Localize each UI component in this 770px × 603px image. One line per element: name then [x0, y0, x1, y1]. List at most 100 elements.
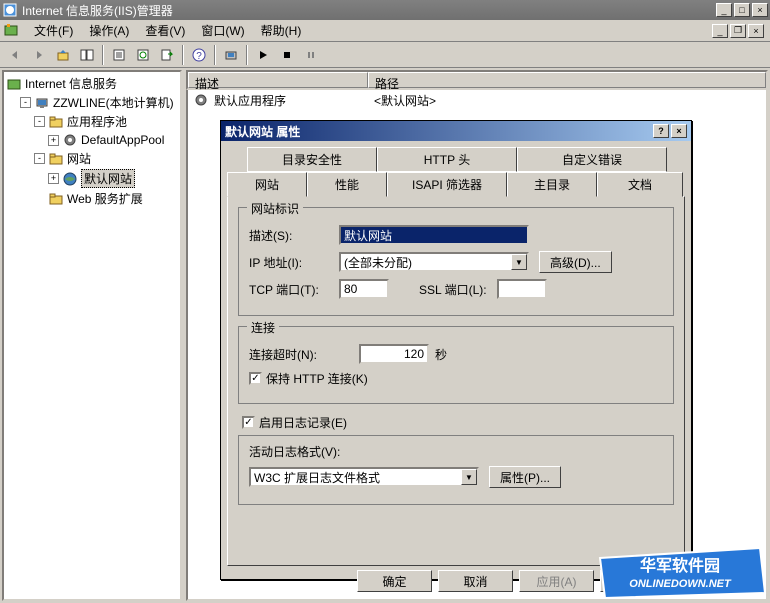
- tree-root[interactable]: Internet 信息服务: [6, 74, 178, 93]
- svg-text:?: ?: [196, 51, 202, 62]
- dlg-help-button[interactable]: 帮助: [600, 570, 675, 592]
- minimize-button[interactable]: _: [716, 3, 732, 17]
- tree-apppools[interactable]: - 应用程序池: [6, 112, 178, 131]
- dialog-help-button[interactable]: ?: [653, 124, 669, 138]
- tab-site[interactable]: 网站: [227, 172, 307, 197]
- label-logging: 启用日志记录(E): [259, 414, 347, 431]
- tcpport-input[interactable]: [339, 279, 389, 299]
- expander-icon[interactable]: +: [48, 173, 59, 184]
- toolbar: ?: [0, 42, 770, 68]
- help-button[interactable]: ?: [188, 44, 210, 66]
- connect-button[interactable]: [220, 44, 242, 66]
- dropdown-arrow-icon[interactable]: ▼: [511, 254, 527, 270]
- timeout-input[interactable]: [359, 344, 429, 364]
- label-desc: 描述(S):: [249, 227, 339, 244]
- tree-defaultpool[interactable]: + DefaultAppPool: [6, 131, 178, 149]
- tab-content: 网站标识 描述(S): IP 地址(I): (全部未分配) ▼ 高级(D)...…: [227, 196, 685, 566]
- window-title: Internet 信息服务(IIS)管理器: [22, 2, 714, 19]
- list-item[interactable]: 默认应用程序 <默认网站>: [188, 90, 766, 111]
- expander-icon[interactable]: -: [34, 153, 45, 164]
- label-tcpport: TCP 端口(T):: [249, 281, 339, 298]
- tree-defaultsite[interactable]: + 默认网站: [6, 168, 178, 189]
- legend-siteident: 网站标识: [247, 200, 303, 217]
- globe-icon: [62, 171, 78, 187]
- tab-isapi[interactable]: ISAPI 筛选器: [387, 172, 507, 197]
- cancel-button[interactable]: 取消: [438, 570, 513, 592]
- mdi-close-button[interactable]: ×: [748, 24, 764, 38]
- tab-row-front: 网站 性能 ISAPI 筛选器 主目录 文档: [227, 172, 685, 197]
- logprops-button[interactable]: 属性(P)...: [489, 466, 561, 488]
- dropdown-arrow-icon[interactable]: ▼: [461, 469, 477, 485]
- menu-window[interactable]: 窗口(W): [193, 20, 252, 41]
- legend-conn: 连接: [247, 319, 279, 336]
- back-button[interactable]: [4, 44, 26, 66]
- tree-sites[interactable]: - 网站: [6, 149, 178, 168]
- expander-icon[interactable]: -: [20, 97, 31, 108]
- sslport-input[interactable]: [497, 279, 547, 299]
- computer-icon: [34, 95, 50, 111]
- app-icon: [2, 2, 18, 18]
- list-header: 描述 路径: [186, 70, 768, 90]
- tab-homedir[interactable]: 主目录: [507, 172, 597, 197]
- tree-pane[interactable]: Internet 信息服务 - ZZWLINE(本地计算机) - 应用程序池 +…: [2, 70, 182, 601]
- label-ip: IP 地址(I):: [249, 254, 339, 271]
- folder-icon: [48, 151, 64, 167]
- logging-checkbox[interactable]: ✓: [242, 416, 255, 429]
- maximize-button[interactable]: □: [734, 3, 750, 17]
- dialog-title: 默认网站 属性: [225, 123, 651, 140]
- tab-customerr[interactable]: 自定义错误: [517, 147, 667, 172]
- menu-view[interactable]: 查看(V): [137, 20, 193, 41]
- folder-icon: [48, 114, 64, 130]
- close-button[interactable]: ×: [752, 3, 768, 17]
- up-button[interactable]: [52, 44, 74, 66]
- advanced-button[interactable]: 高级(D)...: [539, 251, 612, 273]
- ok-button[interactable]: 确定: [357, 570, 432, 592]
- tab-httph[interactable]: HTTP 头: [377, 147, 517, 172]
- menubar: 文件(F) 操作(A) 查看(V) 窗口(W) 帮助(H) _ ❐ ×: [0, 20, 770, 42]
- label-sec: 秒: [435, 346, 447, 363]
- pause-button[interactable]: [300, 44, 322, 66]
- menu-action[interactable]: 操作(A): [81, 20, 137, 41]
- description-input[interactable]: [339, 225, 529, 245]
- tab-row-back: 目录安全性 HTTP 头 自定义错误: [247, 147, 685, 172]
- group-connections: 连接 连接超时(N): 秒 ✓ 保持 HTTP 连接(K): [238, 326, 674, 404]
- refresh-button[interactable]: [132, 44, 154, 66]
- show-tree-button[interactable]: [76, 44, 98, 66]
- logformat-select[interactable]: W3C 扩展日志文件格式 ▼: [249, 467, 479, 487]
- menu-file[interactable]: 文件(F): [26, 20, 81, 41]
- group-logging: 活动日志格式(V): W3C 扩展日志文件格式 ▼ 属性(P)...: [238, 435, 674, 505]
- mdi-restore-button[interactable]: ❐: [730, 24, 746, 38]
- tab-docs[interactable]: 文档: [597, 172, 683, 197]
- label-timeout: 连接超时(N):: [249, 346, 359, 363]
- iis-icon: [6, 76, 22, 92]
- label-logfmt: 活动日志格式(V):: [249, 443, 340, 460]
- stop-button[interactable]: [276, 44, 298, 66]
- col-path[interactable]: 路径: [368, 72, 766, 88]
- tab-perf[interactable]: 性能: [307, 172, 387, 197]
- dialog-close-button[interactable]: ×: [671, 124, 687, 138]
- dialog-buttons: 确定 取消 应用(A) 帮助: [227, 566, 685, 596]
- ip-select[interactable]: (全部未分配) ▼: [339, 252, 529, 272]
- apply-button[interactable]: 应用(A): [519, 570, 594, 592]
- properties-dialog: 默认网站 属性 ? × 目录安全性 HTTP 头 自定义错误 网站 性能 ISA…: [220, 120, 692, 580]
- tree-webext[interactable]: Web 服务扩展: [6, 189, 178, 208]
- menu-help[interactable]: 帮助(H): [253, 20, 310, 41]
- label-keepalive: 保持 HTTP 连接(K): [266, 370, 368, 387]
- folder-icon: [48, 191, 64, 207]
- label-sslport: SSL 端口(L):: [419, 281, 487, 298]
- export-button[interactable]: [156, 44, 178, 66]
- main-titlebar: Internet 信息服务(IIS)管理器 _ □ ×: [0, 0, 770, 20]
- mdi-minimize-button[interactable]: _: [712, 24, 728, 38]
- mmc-icon: [4, 23, 20, 39]
- properties-button[interactable]: [108, 44, 130, 66]
- start-button[interactable]: [252, 44, 274, 66]
- expander-icon[interactable]: -: [34, 116, 45, 127]
- forward-button[interactable]: [28, 44, 50, 66]
- tree-computer[interactable]: - ZZWLINE(本地计算机): [6, 93, 178, 112]
- tab-dirsec[interactable]: 目录安全性: [247, 147, 377, 172]
- keepalive-checkbox[interactable]: ✓: [249, 372, 262, 385]
- col-desc[interactable]: 描述: [188, 72, 368, 88]
- group-siteident: 网站标识 描述(S): IP 地址(I): (全部未分配) ▼ 高级(D)...…: [238, 207, 674, 316]
- dialog-titlebar[interactable]: 默认网站 属性 ? ×: [221, 121, 691, 141]
- expander-icon[interactable]: +: [48, 135, 59, 146]
